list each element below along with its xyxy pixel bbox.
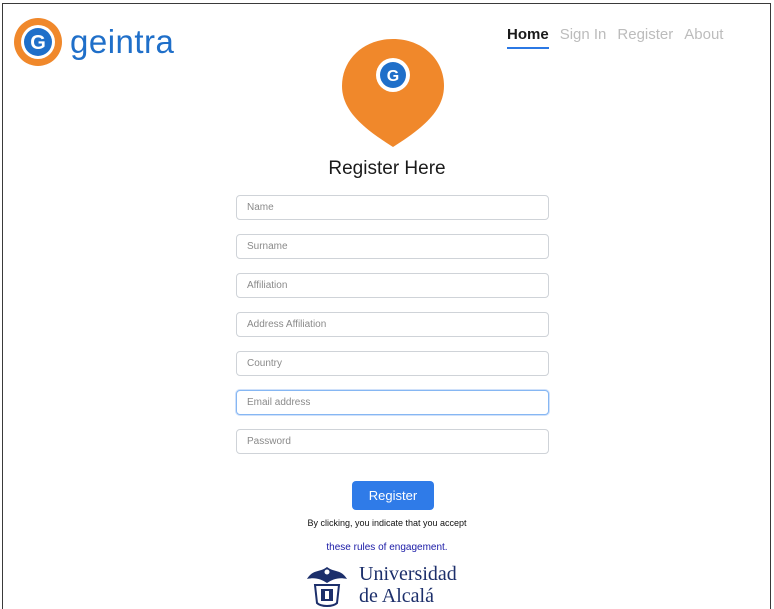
form-heading: Register Here bbox=[328, 158, 446, 179]
rules-of-engagement-link[interactable]: these rules of engagement. bbox=[0, 542, 774, 553]
affiliation-input[interactable] bbox=[236, 273, 549, 298]
surname-input[interactable] bbox=[236, 234, 549, 259]
pin-mark-letter: G bbox=[387, 68, 399, 85]
consent-text: By clicking, you indicate that you accep… bbox=[307, 518, 467, 528]
location-pin-icon: G bbox=[342, 39, 444, 147]
university-crest-icon bbox=[307, 567, 347, 607]
name-input[interactable] bbox=[236, 195, 549, 220]
geintra-logo-icon: G bbox=[14, 18, 62, 66]
address-affiliation-input[interactable] bbox=[236, 312, 549, 337]
nav-home[interactable]: Home bbox=[507, 26, 549, 49]
nav-about[interactable]: About bbox=[684, 26, 723, 49]
logo-mark-letter: G bbox=[30, 32, 46, 54]
register-button[interactable]: Register bbox=[352, 481, 434, 510]
university-name-line1: Universidad bbox=[359, 563, 457, 585]
geintra-logo[interactable]: G geintra bbox=[12, 16, 174, 68]
university-logo: Universidad de Alcalá bbox=[303, 563, 457, 609]
university-name-line2: de Alcalá bbox=[359, 585, 434, 607]
nav-sign-in[interactable]: Sign In bbox=[560, 26, 607, 49]
password-input[interactable] bbox=[236, 429, 549, 454]
email-input[interactable] bbox=[236, 390, 549, 415]
country-input[interactable] bbox=[236, 351, 549, 376]
brand-name: geintra bbox=[70, 23, 175, 60]
nav-register[interactable]: Register bbox=[617, 26, 673, 49]
top-nav: Home Sign In Register About bbox=[507, 26, 734, 49]
